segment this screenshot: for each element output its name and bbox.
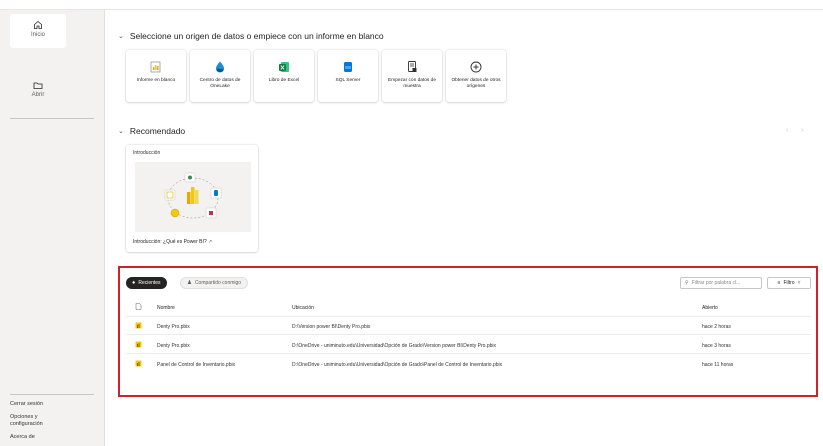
rail-divider bbox=[10, 118, 94, 119]
divider bbox=[126, 334, 811, 335]
rail-divider bbox=[10, 394, 94, 395]
divider bbox=[126, 316, 811, 317]
file-location: D:\OneDrive - uniminuto.edu\Universidad\… bbox=[292, 362, 503, 368]
file-name[interactable]: Denty Pro.pbix bbox=[157, 324, 190, 330]
external-link-icon: ↗ bbox=[208, 239, 213, 245]
chevron-right-icon[interactable]: › bbox=[801, 127, 803, 134]
file-type-icon bbox=[135, 303, 142, 310]
recommended-section-header[interactable]: ⌄ Recomendado bbox=[118, 126, 185, 136]
filter-input[interactable]: ⚲ Filtrar por palabra cl... bbox=[680, 277, 762, 289]
tile-label: Centro de datos de OneLake bbox=[199, 78, 241, 89]
file-opened: hace 2 horas bbox=[702, 324, 731, 330]
column-location[interactable]: Ubicación bbox=[292, 305, 314, 311]
file-opened: hace 11 horas bbox=[702, 362, 734, 368]
tile-excel[interactable]: Libro de Excel bbox=[254, 50, 314, 102]
add-icon bbox=[470, 61, 482, 73]
sql-server-icon bbox=[344, 62, 352, 72]
sample-data-icon bbox=[408, 61, 417, 72]
excel-icon bbox=[279, 62, 289, 72]
options-link[interactable]: Opciones y configuración bbox=[10, 414, 50, 428]
recommended-heading: Recomendado bbox=[129, 126, 186, 136]
filter-icon: ≡ bbox=[777, 280, 781, 286]
tile-label: Informe en blanco bbox=[136, 78, 176, 83]
pbix-file-icon bbox=[135, 341, 142, 348]
chevron-down-icon: ⌄ bbox=[118, 33, 124, 40]
blank-report-icon bbox=[150, 61, 161, 73]
tile-label: Obtener datos de otros orígenes bbox=[451, 78, 501, 89]
tile-other-sources[interactable]: Obtener datos de otros orígenes bbox=[446, 50, 506, 102]
start-section-header[interactable]: ⌄ Seleccione un origen de datos o empiec… bbox=[118, 31, 384, 41]
tile-onelake[interactable]: Centro de datos de OneLake bbox=[190, 50, 250, 102]
left-rail bbox=[0, 10, 105, 446]
file-name[interactable]: Panel de Control de Inventario.pbix bbox=[157, 362, 235, 368]
nav-home-label: Inicio bbox=[30, 32, 45, 38]
tile-sample-data[interactable]: Empezar con datos de muestra bbox=[382, 50, 442, 102]
nav-home[interactable]: Inicio bbox=[10, 14, 66, 48]
nav-open-label: Abrir bbox=[31, 92, 45, 98]
start-heading: Seleccione un origen de datos o empiece … bbox=[129, 31, 384, 41]
column-name[interactable]: Nombre bbox=[157, 305, 175, 311]
pbix-file-icon bbox=[135, 322, 142, 329]
file-location: D:\OneDrive - uniminuto.edu\Universidad\… bbox=[292, 343, 496, 349]
tab-recent[interactable]: ● Recientes bbox=[126, 277, 167, 289]
folder-icon bbox=[33, 82, 43, 89]
tile-label: Empezar con datos de muestra bbox=[388, 78, 436, 89]
home-icon bbox=[34, 20, 42, 29]
recommended-card[interactable]: Introducción Introducción: ¿Qué es Power… bbox=[126, 145, 258, 252]
file-name[interactable]: Denty Pro.pbix bbox=[157, 343, 190, 349]
pbix-file-icon bbox=[135, 360, 142, 367]
top-bar bbox=[0, 0, 823, 10]
tile-label: Libro de Excel bbox=[268, 78, 300, 83]
people-icon: ♟ bbox=[187, 280, 192, 286]
filter-button[interactable]: ≡ Filtro ˅ bbox=[767, 277, 811, 289]
file-location: D:\Version power BI\Denty Pro.pbix bbox=[292, 324, 371, 330]
signout-link[interactable]: Cerrar sesión bbox=[10, 401, 43, 408]
card-illustration bbox=[135, 162, 251, 232]
card-caption: Introducción bbox=[133, 150, 161, 156]
search-icon: ⚲ bbox=[685, 280, 689, 286]
tile-sql-server[interactable]: SQL Server bbox=[318, 50, 378, 102]
divider bbox=[126, 353, 811, 354]
chevron-down-icon: ˅ bbox=[797, 280, 801, 286]
chevron-left-icon[interactable]: ‹ bbox=[786, 127, 788, 134]
card-title: Introducción: ¿Qué es Power BI? ↗ bbox=[133, 239, 213, 245]
about-link[interactable]: Acerca de bbox=[10, 434, 35, 441]
onelake-icon bbox=[216, 61, 224, 73]
column-opened[interactable]: Abierto bbox=[702, 305, 718, 311]
clock-icon: ● bbox=[132, 280, 136, 286]
tile-label: SQL Server bbox=[335, 78, 361, 83]
file-opened: hace 3 horas bbox=[702, 343, 731, 349]
tile-blank-report[interactable]: Informe en blanco bbox=[126, 50, 186, 102]
tab-shared[interactable]: ♟ Compartido conmigo bbox=[180, 277, 249, 289]
nav-open[interactable]: Abrir bbox=[10, 80, 66, 98]
chevron-down-icon: ⌄ bbox=[118, 128, 124, 135]
